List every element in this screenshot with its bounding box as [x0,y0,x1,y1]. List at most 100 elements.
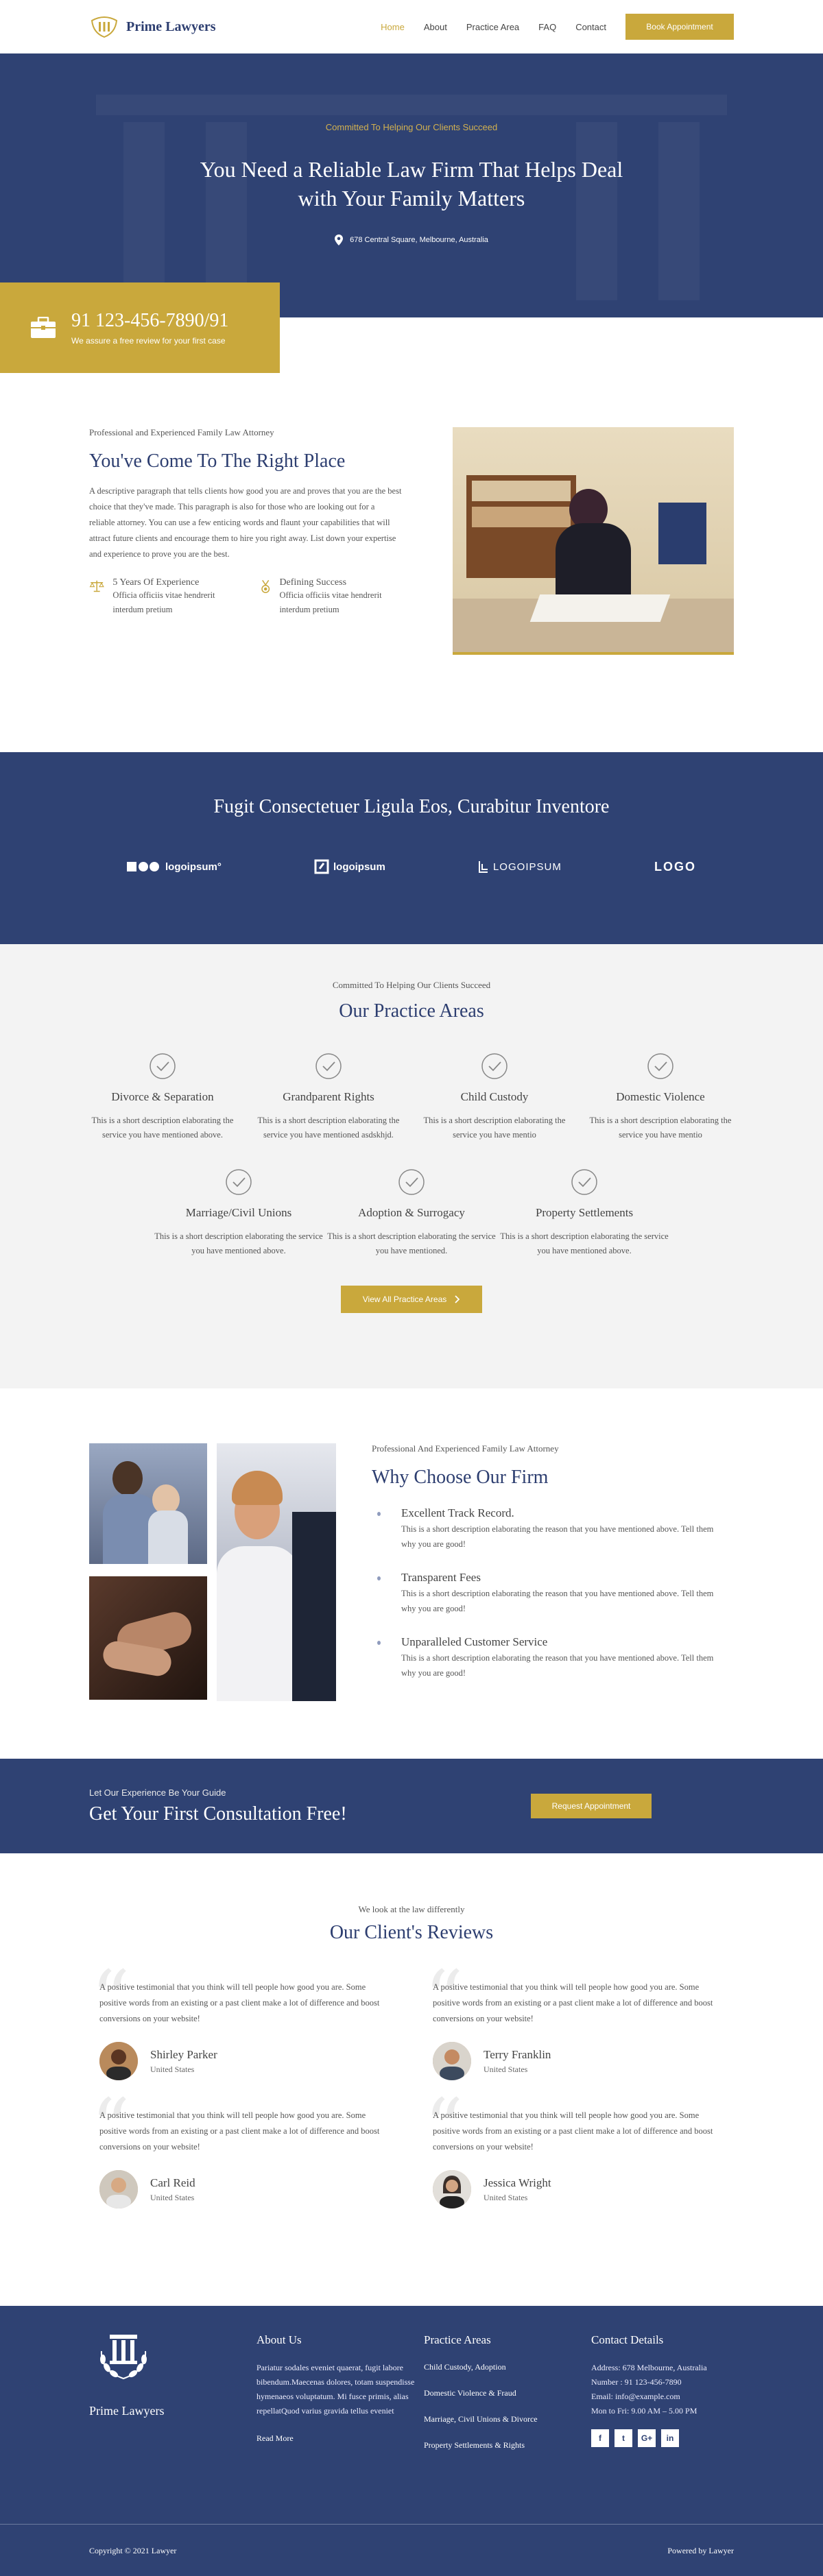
footer-practice-link[interactable]: Child Custody, Adoption [424,2362,591,2372]
attorney-photo [453,427,734,655]
brand-name: Prime Lawyers [126,19,216,34]
avatar [433,2170,471,2208]
cta-kicker: Let Our Experience Be Your Guide [89,1787,226,1798]
review-text: A positive testimonial that you think wi… [433,1982,713,2023]
bullet-icon [377,1512,381,1516]
scales-icon [89,580,104,592]
review-card: “ A positive testimonial that you think … [91,1960,390,2080]
footer-contact-title: Contact Details [591,2333,664,2346]
hero-address-text: 678 Central Square, Melbourne, Australia [350,236,488,244]
book-appointment-button[interactable]: Book Appointment [625,14,734,40]
logoipsum-square-icon [314,859,329,874]
location-pin-icon [335,234,344,245]
phone-number[interactable]: 91 123-456-7890/91 [71,310,228,332]
practice-card[interactable]: Domestic Violence This is a short descri… [587,1052,734,1142]
practice-card-title: Divorce & Separation [111,1090,214,1103]
practice-card[interactable]: Grandparent Rights This is a short descr… [255,1052,402,1142]
facebook-icon[interactable]: f [591,2429,609,2447]
check-circle-icon [647,1053,673,1079]
check-circle-icon [226,1169,252,1195]
phone-subtitle: We assure a free review for your first c… [71,336,226,346]
reviewer-name: Terry Franklin [484,2047,551,2061]
hero-section: Committed To Helping Our Clients Succeed… [0,53,823,317]
avatar [433,2042,471,2080]
why-item: Unparalleled Customer Service This is a … [372,1635,715,1681]
hero-bg-shape [96,95,727,115]
partner-logo-text: logoipsum [333,860,385,873]
hero-title: You Need a Reliable Law Firm That Helps … [0,155,823,213]
reviewer-country: United States [150,2192,195,2202]
linkedin-icon[interactable]: in [661,2429,679,2447]
google-plus-icon[interactable]: G+ [638,2429,656,2447]
practice-card-desc: This is a short description elaborating … [423,1116,566,1140]
review-text: A positive testimonial that you think wi… [99,2110,380,2152]
brand-logo[interactable]: Prime Lawyers [89,15,216,38]
band-title: Fugit Consectetuer Ligula Eos, Curabitur… [213,796,610,817]
practice-title: Our Practice Areas [339,1000,484,1022]
practice-card[interactable]: Child Custody This is a short descriptio… [421,1052,568,1142]
review-text: A positive testimonial that you think wi… [99,1982,380,2023]
partner-logo-text: LOGO [654,859,696,874]
nav-home[interactable]: Home [381,22,405,32]
feature-title: Defining Success [279,577,347,588]
footer-practice-link[interactable]: Marriage, Civil Unions & Divorce [424,2414,591,2424]
practice-card-desc: This is a short description elaborating … [589,1116,732,1140]
avatar [99,2170,138,2208]
practice-card-desc: This is a short description elaborating … [257,1116,400,1140]
footer-practice-link[interactable]: Property Settlements & Rights [424,2440,591,2451]
practice-card[interactable]: Property Settlements This is a short des… [498,1168,671,1258]
why-item: Excellent Track Record. This is a short … [372,1506,715,1552]
nav-practice-area[interactable]: Practice Area [466,22,519,32]
partner-logo-text: logoipsum° [165,860,222,873]
pillar-laurel-logo-icon [100,2335,147,2380]
footer-practice-link[interactable]: Domestic Violence & Fraud [424,2388,591,2398]
why-title: Why Choose Our Firm [372,1467,549,1488]
family-photo [89,1443,207,1564]
footer-brand: Prime Lawyers [89,2404,165,2418]
feature-title: 5 Years Of Experience [112,577,200,588]
practice-card[interactable]: Adoption & Surrogacy This is a short des… [325,1168,498,1258]
reviewer-country: United States [150,2064,195,2074]
why-item-desc: This is a short description elaborating … [401,1653,714,1678]
reviewer-name: Shirley Parker [150,2047,217,2061]
feature-experience: 5 Years Of Experience Officia officiis v… [89,577,235,617]
request-appointment-button[interactable]: Request Appointment [531,1794,652,1818]
check-circle-icon [481,1053,508,1079]
practice-card[interactable]: Marriage/Civil Unions This is a short de… [152,1168,325,1258]
cta-title: Get Your First Consultation Free! [89,1803,347,1825]
review-text: A positive testimonial that you think wi… [433,2110,713,2152]
read-more-link[interactable]: Read More [257,2433,424,2444]
why-item-desc: This is a short description elaborating … [401,1589,714,1613]
view-all-practice-areas-button[interactable]: View All Practice Areas [341,1286,482,1313]
avatar [99,2042,138,2080]
footer-bottom-bar: Copyright © 2021 Lawyer Powered by Lawye… [0,2524,823,2576]
practice-card-desc: This is a short description elaborating … [154,1231,323,1255]
contact-email[interactable]: Email: info@example.com [591,2390,734,2404]
nav-contact[interactable]: Contact [575,22,606,32]
phone-callout: 91 123-456-7890/91 We assure a free revi… [0,282,280,373]
practice-card[interactable]: Divorce & Separation This is a short des… [89,1052,236,1142]
why-item-title: Excellent Track Record. [401,1506,514,1519]
main-nav: Home About Practice Area FAQ Contact Boo… [381,14,734,40]
practice-card-title: Property Settlements [535,1206,634,1219]
practice-card-title: Domestic Violence [616,1090,705,1103]
medal-icon [261,579,270,593]
partner-logo: LOGO [654,860,696,874]
check-circle-icon [150,1053,176,1079]
about-kicker: Professional and Experienced Family Law … [89,427,274,437]
contact-hours: Mon to Fri: 9.00 AM – 5.00 PM [591,2406,697,2416]
site-footer: Prime Lawyers About Us Pariatur sodales … [0,2306,823,2576]
nav-faq[interactable]: FAQ [538,22,556,32]
twitter-icon[interactable]: t [615,2429,632,2447]
reviewer-name: Jessica Wright [484,2176,551,2189]
reviewer-country: United States [484,2064,528,2074]
bullet-icon [377,1576,381,1580]
nav-about[interactable]: About [424,22,447,32]
consultation-cta: Let Our Experience Be Your Guide Get You… [0,1759,823,1853]
feature-desc: Officia officiis vitae hendrerit interdu… [112,590,215,614]
practice-card-desc: This is a short description elaborating … [91,1116,234,1140]
why-item-title: Transparent Fees [401,1571,481,1584]
why-choose-section: Professional And Experienced Family Law … [0,1388,823,1759]
contact-number[interactable]: Number : 91 123-456-7890 [591,2375,734,2390]
logoipsum-lines-icon [478,861,488,873]
